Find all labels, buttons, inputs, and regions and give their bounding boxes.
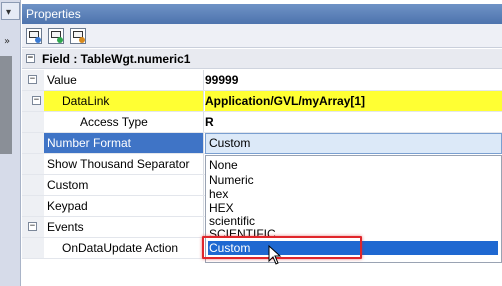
option-none[interactable]: None	[208, 158, 498, 172]
highlight-callout	[202, 236, 362, 259]
property-name: Custom	[44, 175, 204, 195]
collapse-icon[interactable]: −	[32, 96, 41, 105]
property-name: Show Thousand Separator	[44, 154, 204, 174]
pin-icon[interactable]: ▾	[6, 7, 11, 18]
option-numeric[interactable]: Numeric	[208, 173, 498, 187]
field-header: − Field : TableWgt.numeric1	[22, 49, 502, 69]
collapse-icon[interactable]: −	[28, 75, 37, 84]
property-name: DataLink	[44, 91, 204, 111]
collapse-icon[interactable]: −	[26, 54, 35, 63]
property-name: Number Format	[44, 133, 204, 153]
properties-toolbar	[22, 24, 502, 48]
add-property-icon[interactable]	[48, 28, 64, 44]
property-name: OnDataUpdate Action	[44, 238, 204, 258]
property-row-access-type[interactable]: Access Type R	[22, 112, 502, 133]
property-value[interactable]: 99999	[205, 70, 502, 90]
collapsed-panel-bar	[0, 56, 12, 154]
option-scientific-lower[interactable]: scientific	[208, 214, 498, 228]
refresh-icon[interactable]	[70, 28, 86, 44]
option-hex-upper[interactable]: HEX	[208, 201, 498, 215]
property-name: Events	[44, 217, 204, 237]
field-header-label: Field : TableWgt.numeric1	[42, 52, 191, 66]
property-value[interactable]: Application/GVL/myArray[1]	[205, 91, 502, 111]
number-format-select[interactable]: Custom	[205, 133, 502, 154]
properties-panel: Properties − Field : TableWgt.numeric1 −…	[22, 0, 502, 286]
property-row-datalink[interactable]: − DataLink Application/GVL/myArray[1]	[22, 91, 502, 112]
property-name: Keypad	[44, 196, 204, 216]
property-row-value[interactable]: − Value 99999	[22, 70, 502, 91]
left-dock-strip: ▾ »	[0, 0, 21, 286]
property-name: Value	[44, 70, 204, 90]
select-value: Custom	[209, 136, 251, 150]
mouse-cursor-icon	[268, 245, 282, 265]
expand-chevron-icon[interactable]: »	[4, 36, 10, 47]
dock-tab[interactable]: ▾	[1, 2, 20, 20]
panel-title: Properties	[22, 4, 502, 24]
collapse-icon[interactable]: −	[28, 222, 37, 231]
property-value[interactable]: R	[205, 112, 502, 132]
property-name: Access Type	[44, 112, 204, 132]
properties-view-icon[interactable]	[26, 28, 42, 44]
option-hex-lower[interactable]: hex	[208, 187, 498, 201]
